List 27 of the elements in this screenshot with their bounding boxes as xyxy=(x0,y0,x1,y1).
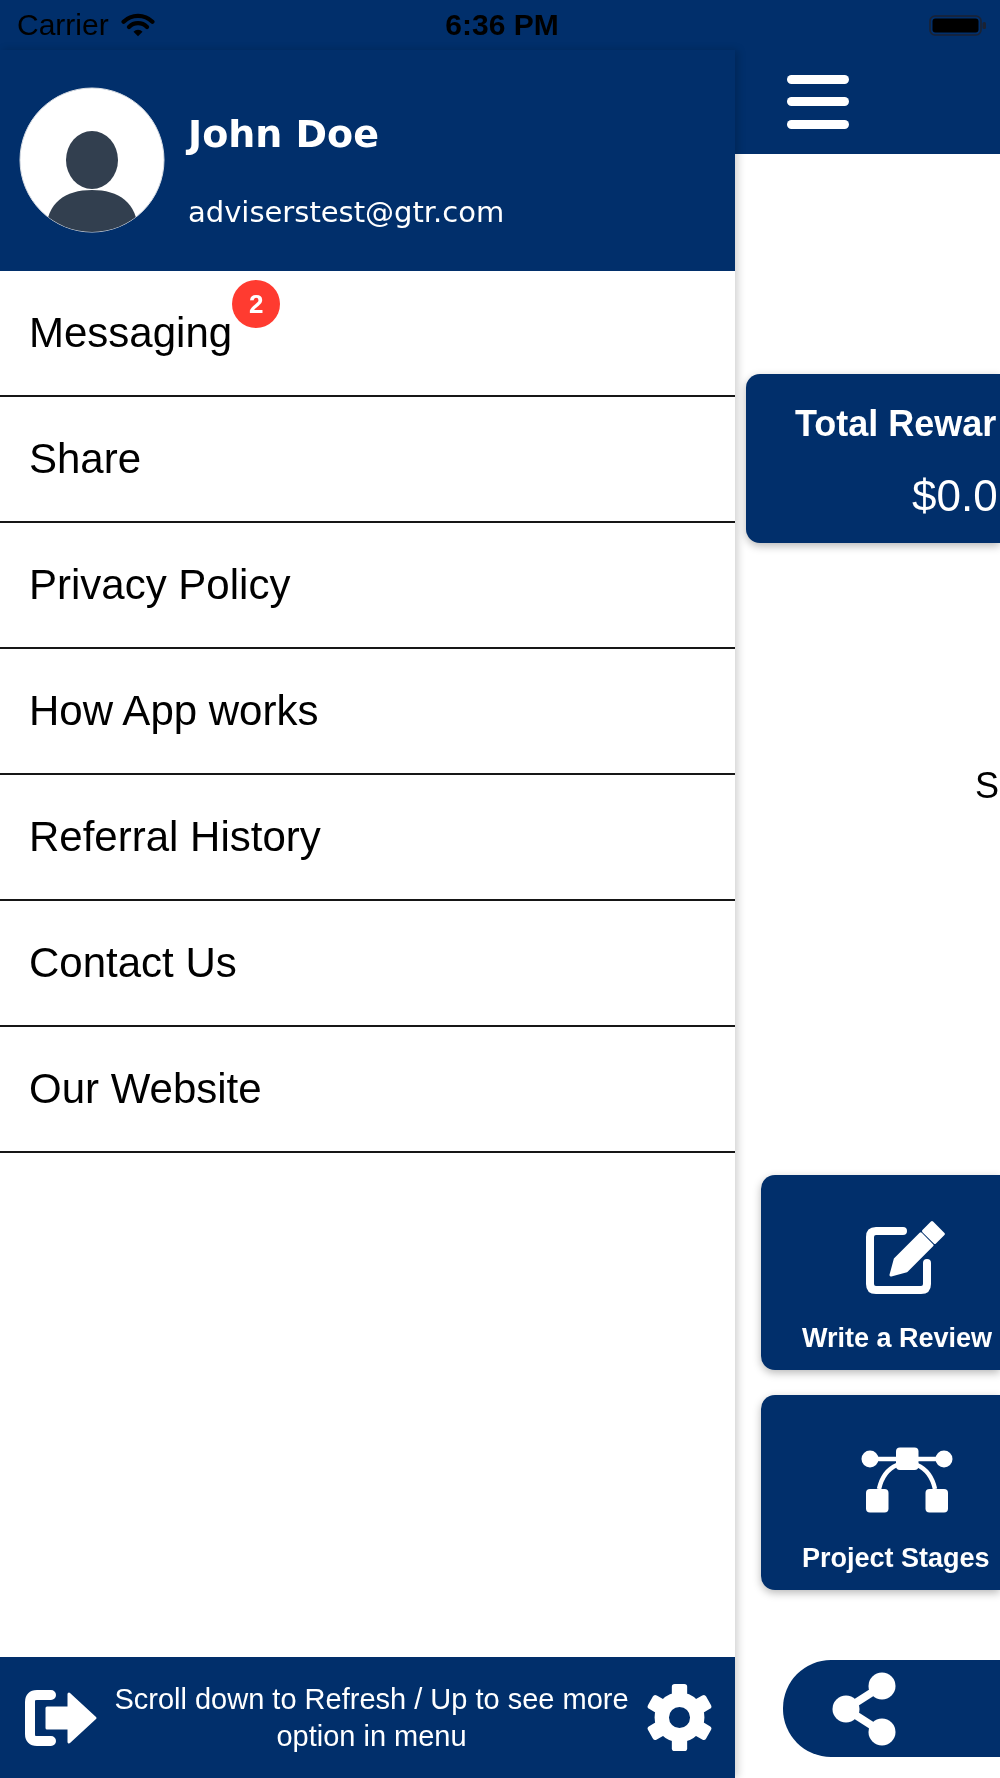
menu-item[interactable]: Messaging 2 xyxy=(0,271,735,397)
carrier-label: Carrier xyxy=(17,8,109,42)
menu-item[interactable]: How App works xyxy=(0,649,735,775)
settings-icon[interactable] xyxy=(645,1683,714,1752)
node-curve-icon xyxy=(861,1447,953,1513)
unread-count-badge: 2 xyxy=(232,280,281,328)
menu-item[interactable]: Referral History xyxy=(0,775,735,901)
share-icon xyxy=(832,1671,896,1746)
action-tile-button[interactable]: Project Stages xyxy=(761,1395,1000,1590)
heading-text: S xyxy=(975,766,999,806)
footer-hint: Scroll down to Refresh / Up to see more option in menu xyxy=(113,1681,630,1754)
reward-title: Total Rewar xyxy=(794,404,998,444)
profile-email: adviserstest@gtr.com xyxy=(188,194,505,230)
exit-arrow-icon[interactable] xyxy=(25,1689,98,1746)
profile-name: John Doe xyxy=(188,111,380,157)
menu-item[interactable]: Privacy Policy xyxy=(0,523,735,649)
avatar-icon xyxy=(19,87,165,233)
reward-amount: $0.0 xyxy=(911,472,999,520)
wifi-icon xyxy=(120,13,155,37)
menu-icon[interactable] xyxy=(787,75,849,129)
menu-item[interactable]: Share xyxy=(0,397,735,523)
action-tile-button[interactable]: Write a Review xyxy=(761,1175,1000,1370)
share-button[interactable] xyxy=(783,1660,1000,1757)
clock-time: 6:36 PM xyxy=(445,8,559,42)
menu-item[interactable]: Our Website xyxy=(0,1027,735,1153)
menu-item[interactable]: Contact Us xyxy=(0,901,735,1027)
battery-icon xyxy=(929,14,987,36)
